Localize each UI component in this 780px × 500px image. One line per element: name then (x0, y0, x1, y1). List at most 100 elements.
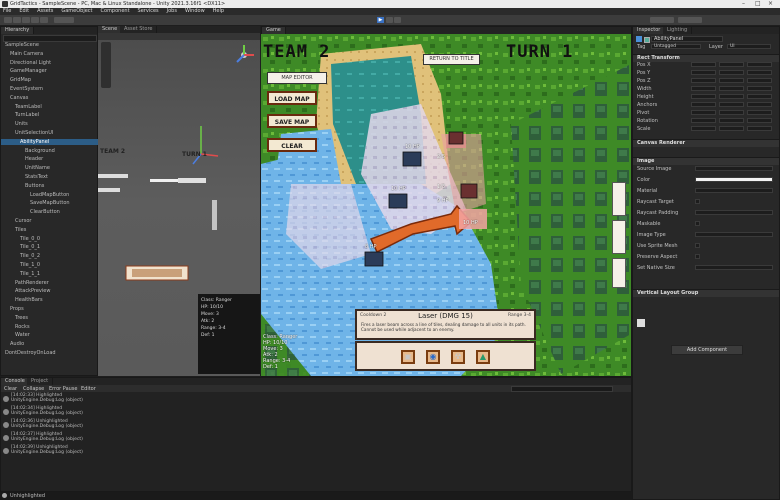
hierarchy-search-input[interactable] (3, 35, 97, 42)
map-editor-button[interactable]: MAP EDITOR (267, 72, 327, 84)
tab-asset-store[interactable]: Asset Store (120, 26, 158, 33)
console-error-pause-button[interactable]: Error Pause (49, 386, 77, 392)
pause-button[interactable] (386, 17, 393, 23)
image-field-input[interactable] (695, 199, 700, 204)
ability-3-icon[interactable]: ☢ (451, 350, 465, 364)
vertical-layout-header[interactable]: Vertical Layout Group (633, 289, 779, 297)
layout-dropdown[interactable] (678, 17, 702, 23)
move-tool-button[interactable] (13, 17, 21, 23)
menu-window[interactable]: Window (185, 8, 205, 14)
rect-field-input[interactable] (747, 94, 772, 99)
rect-field-input[interactable] (691, 102, 716, 107)
return-to-title-button[interactable]: RETURN TO TITLE (423, 54, 480, 65)
menu-jobs[interactable]: Jobs (167, 8, 177, 14)
hand-tool-button[interactable] (4, 17, 12, 23)
image-field-input[interactable] (695, 210, 773, 215)
hierarchy-item[interactable]: GridMap (1, 77, 106, 83)
active-checkbox[interactable] (644, 37, 650, 43)
pivot-toggle[interactable] (54, 17, 74, 23)
menu-help[interactable]: Help (213, 8, 224, 14)
side-tab-3[interactable] (612, 258, 626, 288)
hierarchy-item[interactable]: DontDestroyOnLoad (1, 350, 101, 356)
hierarchy-item[interactable]: GameManager (1, 68, 106, 74)
image-field-input[interactable] (695, 221, 700, 226)
scene-tool-strip[interactable] (101, 42, 111, 88)
hierarchy-item[interactable]: TeamLabel (1, 104, 111, 110)
scene-view[interactable]: Scene Asset Store TEAM 2 TURN 1 Class: R… (98, 26, 260, 376)
side-tab-1[interactable] (612, 182, 626, 216)
rect-field-input[interactable] (719, 126, 744, 131)
tab-lighting[interactable]: Lighting (663, 27, 693, 34)
rect-transform-header[interactable]: Rect Transform (633, 54, 779, 62)
hierarchy-item[interactable]: Units (1, 121, 111, 127)
tab-project[interactable]: Project (27, 378, 54, 385)
tab-console[interactable]: Console (1, 378, 30, 385)
console-message[interactable]: [14:02:34] Highlighted UnityEngine.Debug:… (3, 406, 629, 416)
rect-field-input[interactable] (747, 102, 772, 107)
hierarchy-item[interactable]: EventSystem (1, 86, 106, 92)
rect-field-input[interactable] (719, 118, 744, 123)
scale-tool-button[interactable] (31, 17, 39, 23)
image-field-input[interactable] (695, 188, 773, 193)
rect-tool-button[interactable] (40, 17, 48, 23)
image-field-input[interactable] (695, 166, 773, 171)
clear-button[interactable]: CLEAR (267, 138, 317, 152)
rect-field-input[interactable] (719, 62, 744, 67)
hierarchy-item[interactable]: Tiles (1, 227, 111, 233)
rect-field-input[interactable] (747, 126, 772, 131)
menu-file[interactable]: File (3, 8, 11, 14)
console-editor-dropdown[interactable]: Editor (81, 386, 96, 392)
layer-dropdown[interactable]: UI (727, 44, 771, 49)
menu-services[interactable]: Services (138, 8, 159, 14)
hierarchy-item[interactable]: UnitSelectionUI (1, 130, 111, 136)
menu-component[interactable]: Component (101, 8, 130, 14)
rect-field-input[interactable] (691, 110, 716, 115)
minimize-icon[interactable]: – (742, 0, 745, 8)
image-field-input[interactable] (695, 232, 773, 237)
image-field-input[interactable] (695, 254, 700, 259)
maximize-icon[interactable]: □ (755, 0, 761, 8)
rotate-tool-button[interactable] (22, 17, 30, 23)
menu-edit[interactable]: Edit (19, 8, 29, 14)
hierarchy-item[interactable]: SampleScene (1, 42, 101, 48)
image-field-input[interactable] (695, 177, 773, 182)
tab-inspector[interactable]: Inspector (633, 27, 666, 34)
menu-assets[interactable]: Assets (37, 8, 53, 14)
tab-scene[interactable]: Scene (98, 26, 123, 33)
hierarchy-item[interactable]: PathRenderer (1, 280, 111, 286)
hierarchy-item[interactable]: Canvas (1, 95, 106, 101)
image-field-input[interactable] (695, 265, 773, 270)
console-message[interactable]: [14:02:39] Unhighlighted UnityEngine.Debu… (3, 445, 629, 455)
image-header[interactable]: Image (633, 157, 779, 165)
rect-field-input[interactable] (691, 78, 716, 83)
tab-hierarchy[interactable]: Hierarchy (1, 27, 35, 34)
play-button[interactable]: ▶ (377, 17, 384, 23)
rect-field-input[interactable] (691, 86, 716, 91)
rect-field-input[interactable] (747, 86, 772, 91)
hierarchy-item[interactable]: Props (1, 306, 106, 312)
canvas-renderer-header[interactable]: Canvas Renderer (633, 139, 779, 147)
hierarchy-item[interactable]: Trees (1, 315, 111, 321)
rect-field-input[interactable] (719, 78, 744, 83)
rect-field-input[interactable] (719, 110, 744, 115)
game-view[interactable]: TEAM 2 TURN 1 RETURN TO TITLE MAP EDITOR… (261, 34, 631, 376)
rect-field-input[interactable] (691, 118, 716, 123)
rect-field-input[interactable] (719, 86, 744, 91)
hierarchy-item[interactable]: Rocks (1, 324, 111, 330)
hierarchy-item[interactable]: TurnLabel (1, 112, 111, 118)
rect-field-input[interactable] (691, 70, 716, 75)
ability-1-icon[interactable]: ▣ (401, 350, 415, 364)
rect-field-input[interactable] (747, 70, 772, 75)
console-message[interactable]: [14:02:37] Highlighted UnityEngine.Debug:… (3, 432, 629, 442)
side-tab-2[interactable] (612, 220, 626, 254)
rect-field-input[interactable] (719, 94, 744, 99)
hierarchy-item[interactable]: Cursor (1, 218, 111, 224)
rect-field-input[interactable] (691, 94, 716, 99)
load-map-button[interactable]: LOAD MAP (267, 91, 317, 105)
menu-gameobject[interactable]: GameObject (61, 8, 92, 14)
console-search-input[interactable] (511, 386, 613, 392)
ability-4-icon[interactable]: ▲ (476, 350, 490, 364)
hierarchy-item[interactable]: Directional Light (1, 60, 106, 66)
console-collapse-button[interactable]: Collapse (23, 386, 44, 392)
hierarchy-item[interactable]: HealthBars (1, 297, 111, 303)
